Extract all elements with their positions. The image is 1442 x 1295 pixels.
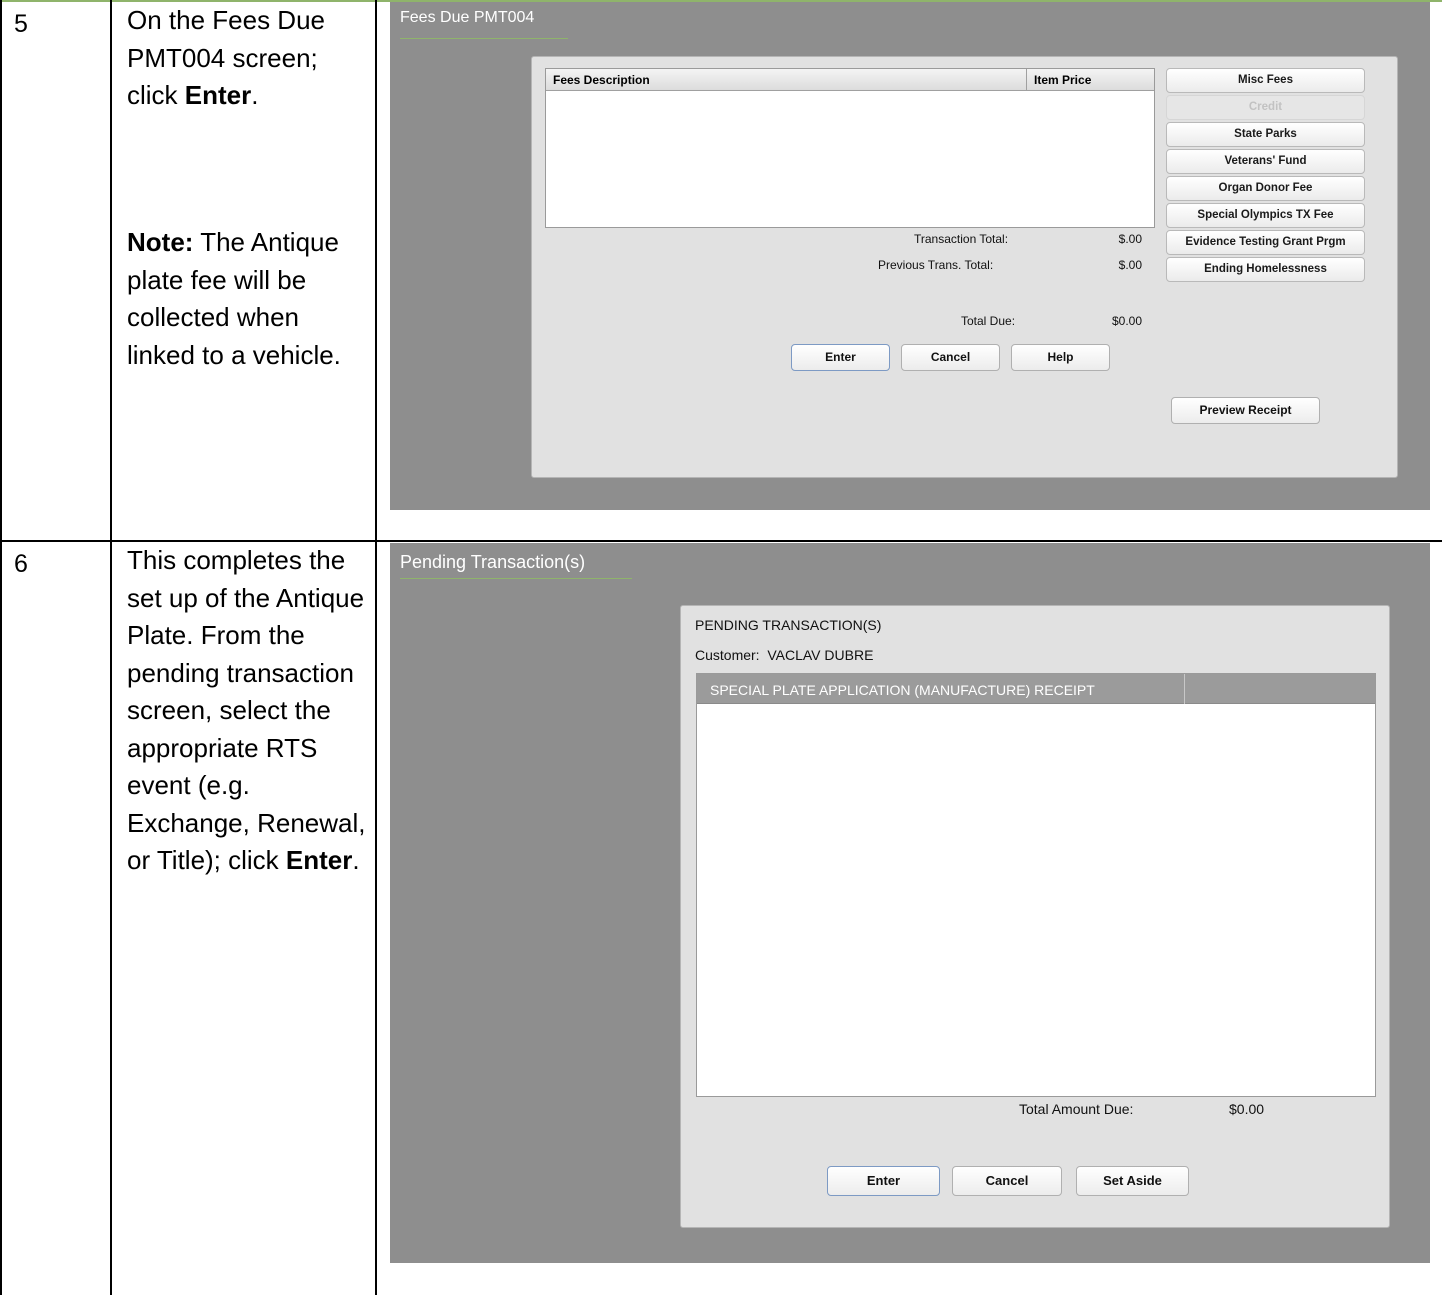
fees-table: Fees Description Item Price — [545, 68, 1155, 228]
fees-dialog: Fees Description Item Price Misc Fees Cr… — [531, 56, 1398, 478]
column-separator — [1184, 674, 1185, 704]
credit-button[interactable]: Credit — [1166, 95, 1365, 120]
column-separator — [1026, 69, 1027, 91]
fees-due-screenshot: Fees Due PMT004 Fees Description Item Pr… — [390, 2, 1430, 510]
previous-total-label: Previous Trans. Total: — [878, 258, 994, 272]
step-emphasis: Enter — [285, 845, 353, 875]
set-aside-button[interactable]: Set Aside — [1076, 1166, 1189, 1196]
list-item[interactable]: SPECIAL PLATE APPLICATION (MANUFACTURE) … — [697, 674, 1375, 704]
transaction-total-label: Transaction Total: — [914, 232, 1009, 246]
screen-title: Pending Transaction(s) — [400, 552, 586, 572]
title-underline — [400, 578, 632, 579]
step-instruction: On the Fees Due PMT004 screen; click Ent… — [127, 2, 372, 115]
organ-donor-fee-button[interactable]: Organ Donor Fee — [1166, 176, 1365, 201]
transaction-name: SPECIAL PLATE APPLICATION (MANUFACTURE) … — [710, 682, 1095, 698]
cancel-button[interactable]: Cancel — [952, 1166, 1062, 1196]
enter-button[interactable]: Enter — [791, 344, 890, 371]
cancel-button[interactable]: Cancel — [901, 344, 1000, 371]
title-underline — [400, 38, 568, 39]
step-number: 5 — [14, 10, 28, 38]
step-text-end: . — [251, 80, 259, 110]
pending-transaction-list: SPECIAL PLATE APPLICATION (MANUFACTURE) … — [696, 673, 1376, 1097]
pending-heading: PENDING TRANSACTION(S) — [695, 617, 882, 633]
preview-receipt-button[interactable]: Preview Receipt — [1171, 397, 1320, 424]
step-note: Note: The Antique plate fee will be coll… — [127, 224, 372, 374]
step-instruction: This completes the set up of the Antique… — [127, 542, 372, 880]
customer-label: Customer: VACLAV DUBRE — [695, 647, 874, 663]
ending-homelessness-button[interactable]: Ending Homelessness — [1166, 257, 1365, 282]
step-number: 6 — [14, 550, 28, 578]
pending-dialog: PENDING TRANSACTION(S) Customer: VACLAV … — [680, 605, 1390, 1228]
special-olympics-button[interactable]: Special Olympics TX Fee — [1166, 203, 1365, 228]
step-text: This completes the set up of the Antique… — [127, 545, 366, 875]
total-due-value: $0.00 — [1111, 314, 1142, 328]
enter-button[interactable]: Enter — [827, 1166, 940, 1196]
screen-title: Fees Due PMT004 — [400, 9, 535, 26]
evidence-testing-button[interactable]: Evidence Testing Grant Prgm — [1166, 230, 1365, 255]
table-col-divider-1 — [110, 0, 112, 1295]
table-left-border — [0, 0, 2, 1295]
veterans-fund-button[interactable]: Veterans' Fund — [1166, 149, 1365, 174]
note-label: Note: — [127, 227, 194, 257]
state-parks-button[interactable]: State Parks — [1166, 122, 1365, 147]
pending-transactions-screenshot: Pending Transaction(s) PENDING TRANSACTI… — [390, 543, 1430, 1263]
previous-total-value: $.00 — [1118, 258, 1142, 272]
total-amount-due-label: Total Amount Due: — [1019, 1101, 1134, 1117]
misc-fees-button[interactable]: Misc Fees — [1166, 68, 1365, 93]
table-col-divider-2 — [375, 0, 377, 1295]
step-text-end: . — [352, 845, 360, 875]
total-due-label: Total Due: — [961, 314, 1016, 328]
total-amount-due-value: $0.00 — [1229, 1101, 1265, 1117]
column-header-price: Item Price — [1034, 73, 1092, 87]
step-emphasis: Enter — [184, 80, 252, 110]
transaction-total-value: $.00 — [1118, 232, 1142, 246]
column-header-description: Fees Description — [553, 73, 650, 87]
fees-table-header: Fees Description Item Price — [546, 69, 1154, 91]
help-button[interactable]: Help — [1011, 344, 1110, 371]
